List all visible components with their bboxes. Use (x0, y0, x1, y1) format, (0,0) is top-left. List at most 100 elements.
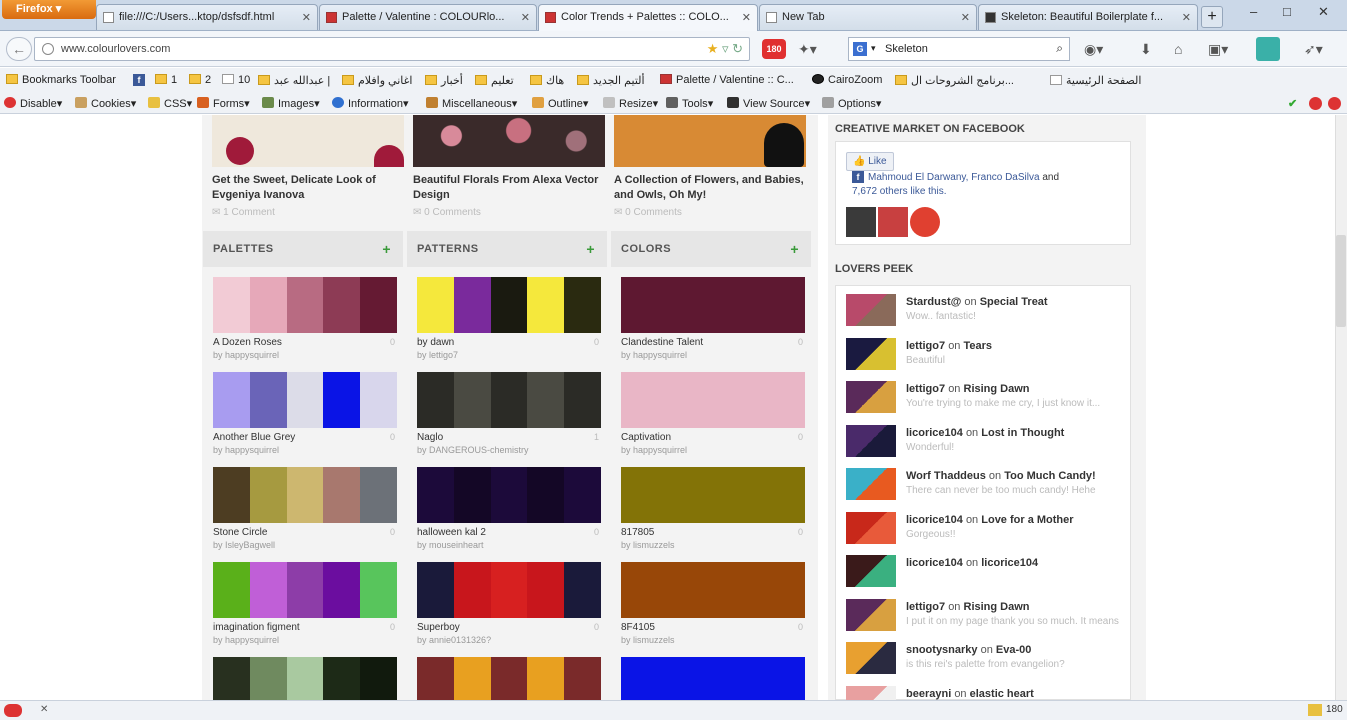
item-author[interactable]: by happysquirrel (213, 635, 397, 645)
item-title[interactable]: halloween kal 2 (417, 527, 601, 540)
item-author[interactable]: by mouseinheart (417, 540, 601, 550)
lover-entry[interactable]: licorice104 on Lost in Thought Wonderful! (846, 425, 1130, 465)
item-title[interactable]: Another Blue Grey (213, 432, 397, 445)
bookmark-item[interactable]: f (133, 74, 149, 86)
featured-post[interactable]: Beautiful Florals From Alexa Vector Desi… (413, 115, 605, 218)
pattern-tile[interactable]: by dawn by lettigo7 0 (417, 277, 601, 360)
pattern-tile[interactable]: Superboy by annie0131326? 0 (417, 562, 601, 645)
check-icon[interactable]: ✔ (1288, 97, 1297, 110)
item-author[interactable]: by happysquirrel (621, 445, 805, 455)
avatar[interactable] (878, 207, 908, 237)
lover-item[interactable]: Lost in Thought (981, 427, 1064, 439)
pattern-preview[interactable] (417, 277, 601, 333)
palette-tile[interactable] (213, 657, 397, 700)
palette-swatches[interactable] (213, 657, 397, 700)
search-input[interactable]: G ▾ Skeleton ⌕ (848, 37, 1070, 61)
avatar[interactable] (910, 207, 940, 237)
lover-entry[interactable]: lettigo7 on Tears Beautiful (846, 338, 1130, 378)
screenshot-icon[interactable]: ▣▾ (1208, 41, 1228, 58)
item-author[interactable]: by happysquirrel (621, 350, 805, 360)
lover-thumbnail[interactable] (846, 512, 896, 544)
palette-swatches[interactable] (213, 562, 397, 618)
lover-user[interactable]: licorice104 (906, 514, 963, 526)
lover-entry[interactable]: lettigo7 on Rising Dawn You're trying to … (846, 381, 1130, 421)
tools-icon[interactable]: ➶▾ (1304, 41, 1323, 58)
color-swatch[interactable] (621, 657, 805, 700)
add-color-icon[interactable]: + (790, 241, 799, 257)
tab-skeleton[interactable]: Skeleton: Beautiful Boilerplate f... ✕ (978, 4, 1198, 30)
color-tile[interactable]: Captivation by happysquirrel 0 (621, 372, 805, 455)
lover-item[interactable]: Love for a Mother (981, 514, 1073, 526)
palette-tile[interactable]: A Dozen Roses by happysquirrel 0 (213, 277, 397, 360)
item-author[interactable]: by lismuzzels (621, 635, 805, 645)
lover-thumbnail[interactable] (846, 338, 896, 370)
maximize-button[interactable]: □ (1283, 4, 1291, 19)
search-icon[interactable]: ⌕ (1056, 41, 1063, 56)
addon-icon[interactable]: ✦▾ (798, 41, 817, 58)
bookmark-item[interactable]: عبدالله عبد | (258, 74, 330, 87)
item-author[interactable]: by happysquirrel (213, 445, 397, 455)
lover-thumbnail[interactable] (846, 642, 896, 674)
dev-tools[interactable]: Tools▾ (666, 97, 713, 110)
close-icon[interactable]: ✕ (302, 11, 311, 24)
lover-item[interactable]: Too Much Candy! (1004, 470, 1095, 482)
pattern-tile[interactable]: halloween kal 2 by mouseinheart 0 (417, 467, 601, 550)
lover-user[interactable]: beerayni (906, 688, 951, 700)
dev-cookies[interactable]: Cookies▾ (75, 97, 136, 110)
lover-item[interactable]: Tears (964, 340, 993, 352)
lover-entry[interactable]: Worf Thaddeus on Too Much Candy! There ca… (846, 468, 1130, 508)
like-button[interactable]: 👍 Like (846, 152, 894, 171)
lover-user[interactable]: lettigo7 (906, 340, 945, 352)
lover-thumbnail[interactable] (846, 381, 896, 413)
lover-entry[interactable]: licorice104 on licorice104 (846, 555, 1130, 595)
addon-status-icon[interactable] (4, 704, 22, 717)
item-author[interactable]: by IsleyBagwell (213, 540, 397, 550)
pattern-preview[interactable] (417, 467, 601, 523)
close-icon[interactable]: ✕ (742, 11, 751, 24)
item-title[interactable]: A Dozen Roses (213, 337, 397, 350)
tab-color-trends[interactable]: Color Trends + Palettes :: COLO... ✕ (538, 4, 758, 31)
lover-thumbnail[interactable] (846, 555, 896, 587)
minimize-button[interactable]: – (1250, 4, 1257, 19)
pattern-preview[interactable] (417, 657, 601, 700)
lover-thumbnail[interactable] (846, 468, 896, 500)
color-tile[interactable]: Clandestine Talent by happysquirrel 0 (621, 277, 805, 360)
lover-item[interactable]: Rising Dawn (964, 383, 1030, 395)
url-bar[interactable]: www.colourlovers.com ★ ▿ ↻ (34, 37, 750, 61)
error-icon[interactable] (1309, 97, 1326, 112)
dev-view-source[interactable]: View Source▾ (727, 97, 810, 110)
lover-entry[interactable]: beerayni on elastic heart (846, 686, 1130, 700)
new-tab-button[interactable]: + (1201, 6, 1223, 28)
bookmark-item[interactable]: هاك (530, 74, 564, 87)
lover-entry[interactable]: licorice104 on Love for a Mother Gorgeous… (846, 512, 1130, 552)
pattern-tile[interactable] (417, 657, 601, 700)
bookmark-item[interactable]: 2 (189, 74, 211, 86)
dev-disable[interactable]: Disable▾ (4, 97, 62, 110)
lover-thumbnail[interactable] (846, 686, 896, 700)
featured-title[interactable]: Beautiful Florals From Alexa Vector Desi… (413, 173, 605, 203)
item-author[interactable]: by lismuzzels (621, 540, 805, 550)
item-title[interactable]: by dawn (417, 337, 601, 350)
item-title[interactable]: 8F4105 (621, 622, 805, 635)
palette-swatches[interactable] (213, 372, 397, 428)
item-title[interactable]: Clandestine Talent (621, 337, 805, 350)
close-icon[interactable]: ✕ (961, 11, 970, 24)
dev-images[interactable]: Images▾ (262, 97, 320, 110)
tab-new-tab[interactable]: New Tab ✕ (759, 4, 977, 30)
lover-user[interactable]: Worf Thaddeus (906, 470, 986, 482)
dev-outline[interactable]: Outline▾ (532, 97, 588, 110)
bookmark-item[interactable]: 10 (222, 74, 250, 86)
addon-badge[interactable]: 180 (762, 39, 786, 59)
lover-thumbnail[interactable] (846, 425, 896, 457)
featured-post[interactable]: A Collection of Flowers, and Babies, and… (614, 115, 806, 218)
color-swatch[interactable] (621, 372, 805, 428)
color-swatch[interactable] (621, 277, 805, 333)
item-author[interactable]: by annie0131326? (417, 635, 601, 645)
pattern-preview[interactable] (417, 562, 601, 618)
item-author[interactable]: by happysquirrel (213, 350, 397, 360)
dev-information[interactable]: Information▾ (332, 97, 409, 110)
dev-resize[interactable]: Resize▾ (603, 97, 658, 110)
lover-user[interactable]: Stardust@ (906, 296, 961, 308)
color-tile[interactable]: 817805 by lismuzzels 0 (621, 467, 805, 550)
home-icon[interactable]: ⌂ (1174, 41, 1182, 57)
